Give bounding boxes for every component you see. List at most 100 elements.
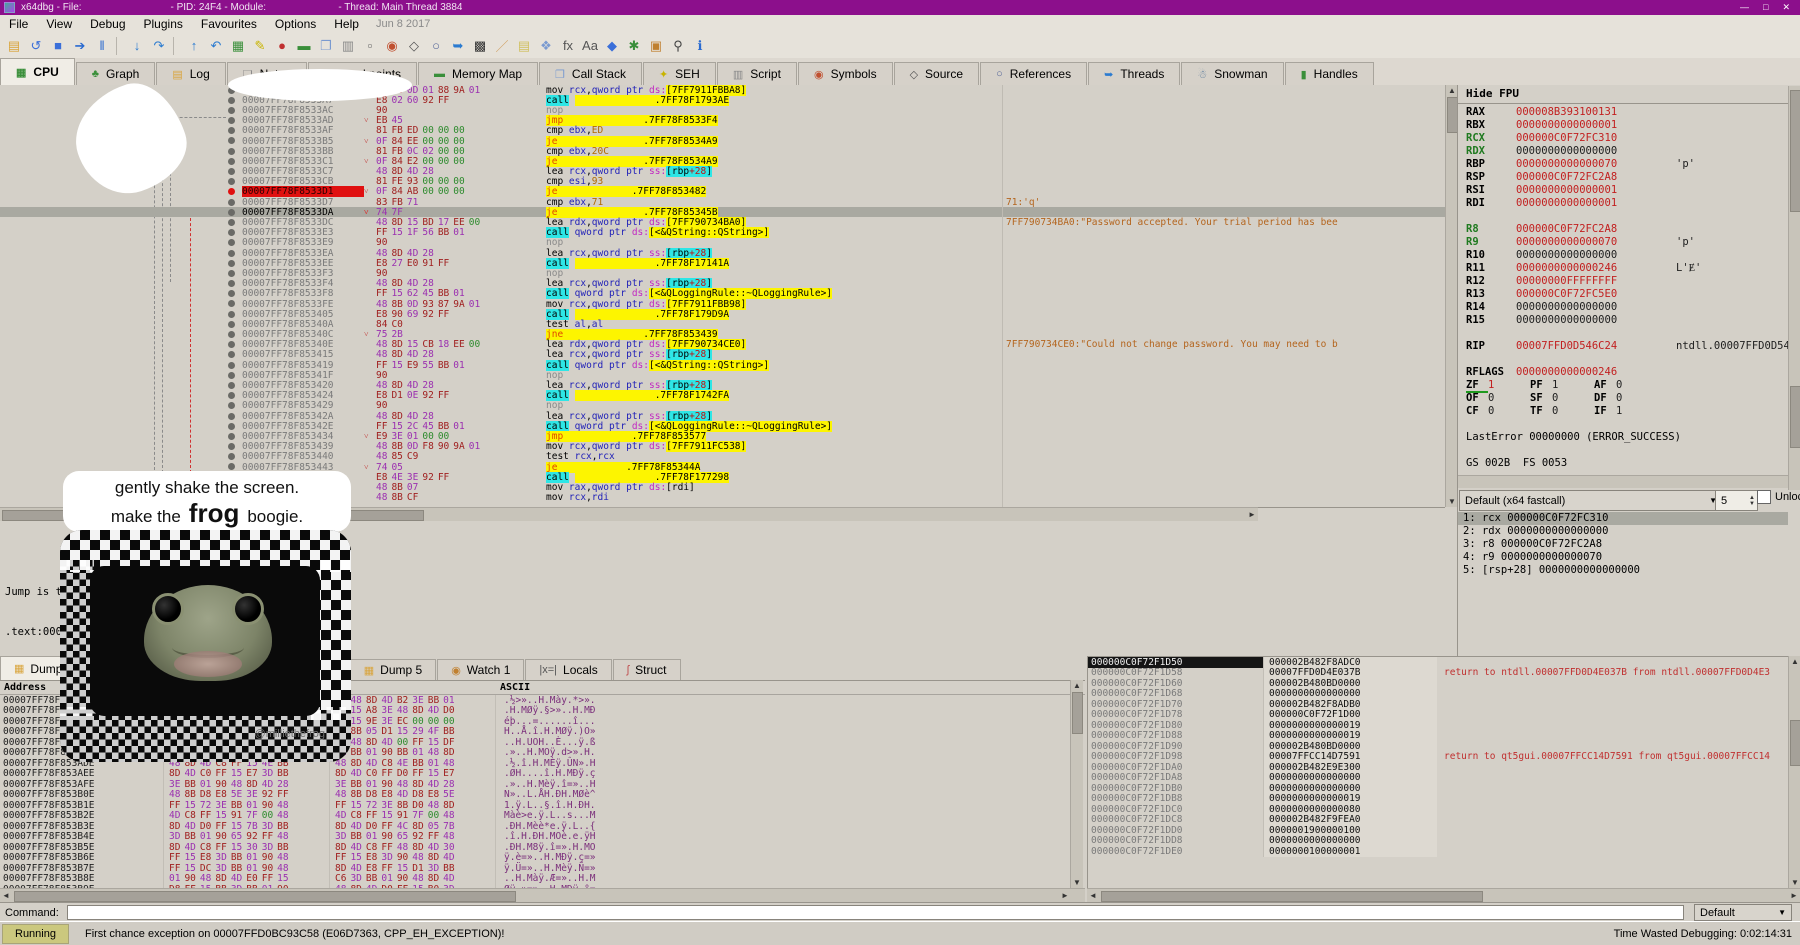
row-dot-icon[interactable] bbox=[228, 382, 235, 389]
register-row[interactable]: RAX000008B393100131 bbox=[1458, 106, 1788, 119]
calling-convention-select[interactable]: Default (x64 fastcall) ▼ bbox=[1459, 490, 1723, 511]
disasm-row[interactable]: 00007FF78F8533F390nop bbox=[0, 268, 1445, 278]
register-value[interactable]: 0000000000000070 bbox=[1516, 236, 1617, 248]
tab-snowman[interactable]: ☃Snowman bbox=[1181, 62, 1283, 85]
row-dot-icon[interactable] bbox=[228, 97, 235, 104]
stack-vertical-scrollbar[interactable]: ▲ ▼ bbox=[1788, 656, 1800, 888]
row-dot-icon[interactable] bbox=[228, 168, 235, 175]
disasm-row[interactable]: 00007FF78F85341F90nop bbox=[0, 370, 1445, 380]
disasm-row[interactable]: 00007FF78F8533D783FB71cmp ebx,7171:'q' bbox=[0, 197, 1445, 207]
flag-value[interactable]: 1 bbox=[1552, 379, 1558, 391]
stack-row[interactable]: 000000C0F72F1D78000000C0F72F1D00 bbox=[1088, 710, 1800, 721]
row-dot-icon[interactable] bbox=[228, 239, 235, 246]
dump-row[interactable]: 00007FF78F853B8E0190488D4DE0FF15C63DBB01… bbox=[0, 874, 1085, 885]
step-out-icon[interactable]: ↑ bbox=[184, 36, 204, 56]
disasm-row[interactable]: 00007FF78F8533EA488D4D28lea rcx,qword pt… bbox=[0, 248, 1445, 258]
tab-threads[interactable]: ➥Threads bbox=[1088, 62, 1180, 85]
disasm-row[interactable]: 00007FF78F8533AD˅EB45jmp .7FF78F8533F4 bbox=[0, 116, 1445, 126]
row-dot-icon[interactable] bbox=[228, 117, 235, 124]
disasm-row[interactable]: 00007FF78F85340C˅752Bjne .7FF78F853439 bbox=[0, 330, 1445, 340]
disasm-row[interactable]: 00007FF78F8533DC488D15BD17EE00lea rdx,qw… bbox=[0, 217, 1445, 227]
dump-row[interactable]: 00007FF78F853B1EFF15723EBB019048FF15723E… bbox=[0, 800, 1085, 811]
register-value[interactable]: 000008B393100131 bbox=[1516, 106, 1617, 118]
row-dot-icon[interactable] bbox=[228, 463, 235, 470]
row-dot-icon[interactable] bbox=[228, 351, 235, 358]
register-row[interactable]: R13000000C0F72FC5E0 bbox=[1458, 288, 1788, 301]
row-dot-icon[interactable] bbox=[228, 453, 235, 460]
spinner-arrows-icon[interactable]: ▲▼ bbox=[1749, 495, 1757, 507]
flag-value[interactable]: 0 bbox=[1616, 379, 1622, 391]
stack-row[interactable]: 000000C0F72F1DC8000002B482F9FEA0 bbox=[1088, 815, 1800, 826]
tab-symbols[interactable]: ◉Symbols bbox=[798, 62, 893, 85]
disasm-row[interactable]: 00007FF78F8533AC90nop bbox=[0, 105, 1445, 115]
disasm-row[interactable]: 00007FF78F8533BB81FB0C020000cmp ebx,20C bbox=[0, 146, 1445, 156]
tab-references[interactable]: ○References bbox=[980, 62, 1087, 85]
case-icon[interactable]: Aa bbox=[580, 36, 600, 56]
call-arguments-list[interactable]: 1: rcx 000000C0F72FC3102: rdx 0000000000… bbox=[1458, 512, 1788, 577]
breakpoint-dot-icon[interactable] bbox=[228, 188, 235, 195]
register-value[interactable]: 0000000000000000 bbox=[1516, 145, 1617, 157]
disasm-row[interactable]: 00007FF78F853424E8D10E92FFcall .7FF78F17… bbox=[0, 391, 1445, 401]
stack-row[interactable]: 000000C0F72F1DB80000000000000019 bbox=[1088, 794, 1800, 805]
row-dot-icon[interactable] bbox=[228, 321, 235, 328]
call-argument-row[interactable]: 3: r8 000000C0F72FC2A8 bbox=[1458, 538, 1788, 551]
references-icon[interactable]: ○ bbox=[426, 36, 446, 56]
register-value[interactable]: 0000000000000246 bbox=[1516, 262, 1617, 274]
disasm-row[interactable]: 00007FF78F853439488B0DF8909A01mov rcx,qw… bbox=[0, 442, 1445, 452]
menu-favourites[interactable]: Favourites bbox=[192, 16, 266, 32]
register-value[interactable]: 000000C0F72FC310 bbox=[1516, 132, 1617, 144]
registers-splitter[interactable] bbox=[1458, 475, 1788, 488]
dump-row[interactable]: 00007FF78F853B6EFF15E83DBB019048FF15E83D… bbox=[0, 853, 1085, 864]
row-dot-icon[interactable] bbox=[228, 341, 235, 348]
anim-icon[interactable]: ⚲ bbox=[668, 36, 688, 56]
register-row[interactable]: RBP0000000000000070'p' bbox=[1458, 158, 1788, 171]
dump-row[interactable]: 00007FF78F853AEE8D4DC0FF15E73DBB8D4DC0FF… bbox=[0, 769, 1085, 780]
tab-call-stack[interactable]: ❐Call Stack bbox=[539, 62, 642, 85]
register-row[interactable]: R140000000000000000 bbox=[1458, 301, 1788, 314]
disasm-row[interactable]: 00007FF78F853405E8906992FFcall .7FF78F17… bbox=[0, 309, 1445, 319]
register-value[interactable]: 000000C0F72FC2A8 bbox=[1516, 223, 1617, 235]
register-row[interactable]: RSP000000C0F72FC2A8 bbox=[1458, 171, 1788, 184]
register-row[interactable]: R110000000000000246L'Ɇ' bbox=[1458, 262, 1788, 275]
row-dot-icon[interactable] bbox=[228, 413, 235, 420]
row-dot-icon[interactable] bbox=[228, 137, 235, 144]
stack-row[interactable]: 000000C0F72F1D880000000000000019 bbox=[1088, 731, 1800, 742]
row-dot-icon[interactable] bbox=[228, 107, 235, 114]
arg-count-stepper[interactable]: 5 ▲▼ bbox=[1715, 490, 1758, 511]
disasm-row[interactable]: 00007FF78F8533EEE827E091FFcall .7FF78F17… bbox=[0, 258, 1445, 268]
symbols-icon[interactable]: ◉ bbox=[382, 36, 402, 56]
disasm-row[interactable]: 00007FF78F8533CB81FE93000000cmp esi,93 bbox=[0, 177, 1445, 187]
call-argument-row[interactable]: 2: rdx 0000000000000000 bbox=[1458, 525, 1788, 538]
stack-row[interactable]: 000000C0F72F1DB00000000000000000 bbox=[1088, 783, 1800, 794]
flag-value[interactable]: 0 bbox=[1552, 392, 1558, 404]
menu-file[interactable]: File bbox=[0, 16, 37, 32]
stack-row[interactable]: 000000C0F72F1D5800007FFD0D4E037Breturn t… bbox=[1088, 668, 1800, 679]
dump-row[interactable]: 00007FF78F853B5E8D4DC8FF15303DBB8D4DC8FF… bbox=[0, 842, 1085, 853]
row-dot-icon[interactable] bbox=[228, 250, 235, 257]
help-icon[interactable]: ▣ bbox=[646, 36, 666, 56]
row-dot-icon[interactable] bbox=[228, 127, 235, 134]
tab-watch-1[interactable]: ◉Watch 1 bbox=[437, 659, 524, 680]
register-row[interactable]: RDX0000000000000000 bbox=[1458, 145, 1788, 158]
tab-locals[interactable]: |x=|Locals bbox=[525, 659, 611, 680]
minimize-button[interactable]: — bbox=[1740, 2, 1749, 13]
register-value[interactable]: 0000000000000001 bbox=[1516, 197, 1617, 209]
stack-horizontal-scrollbar[interactable]: ◄ ► bbox=[1087, 888, 1800, 902]
stack-row[interactable]: 000000C0F72F1DD00000001900000100 bbox=[1088, 825, 1800, 836]
register-value[interactable]: 00007FFD0D546C24 bbox=[1516, 340, 1617, 352]
stack-row[interactable]: 000000C0F72F1DA0000002B482E9E300 bbox=[1088, 762, 1800, 773]
disasm-row[interactable]: 00007FF78F85342EFF152C45BB01call qword p… bbox=[0, 421, 1445, 431]
row-dot-icon[interactable] bbox=[228, 372, 235, 379]
register-row[interactable]: RCX000000C0F72FC310 bbox=[1458, 132, 1788, 145]
disasm-row[interactable]: 00007FF78F853415488D4D28lea rcx,qword pt… bbox=[0, 350, 1445, 360]
register-row[interactable]: R100000000000000000 bbox=[1458, 249, 1788, 262]
unlocked-checkbox[interactable]: Unlocked bbox=[1757, 490, 1800, 504]
register-row[interactable]: R90000000000000070'p' bbox=[1458, 236, 1788, 249]
stop-icon[interactable]: ■ bbox=[48, 36, 68, 56]
stack-panel[interactable]: 000000C0F72F1D50000002B482F8ADC0000000C0… bbox=[1087, 656, 1800, 889]
row-dot-icon[interactable] bbox=[228, 260, 235, 267]
bookmark-icon[interactable]: ❖ bbox=[536, 36, 556, 56]
register-row[interactable]: RIP00007FFD0D546C24ntdll.00007FFD0D546C2… bbox=[1458, 340, 1788, 353]
register-row[interactable]: RDI0000000000000001 bbox=[1458, 197, 1788, 210]
stack-row[interactable]: 000000C0F72F1DD80000000000000000 bbox=[1088, 836, 1800, 847]
